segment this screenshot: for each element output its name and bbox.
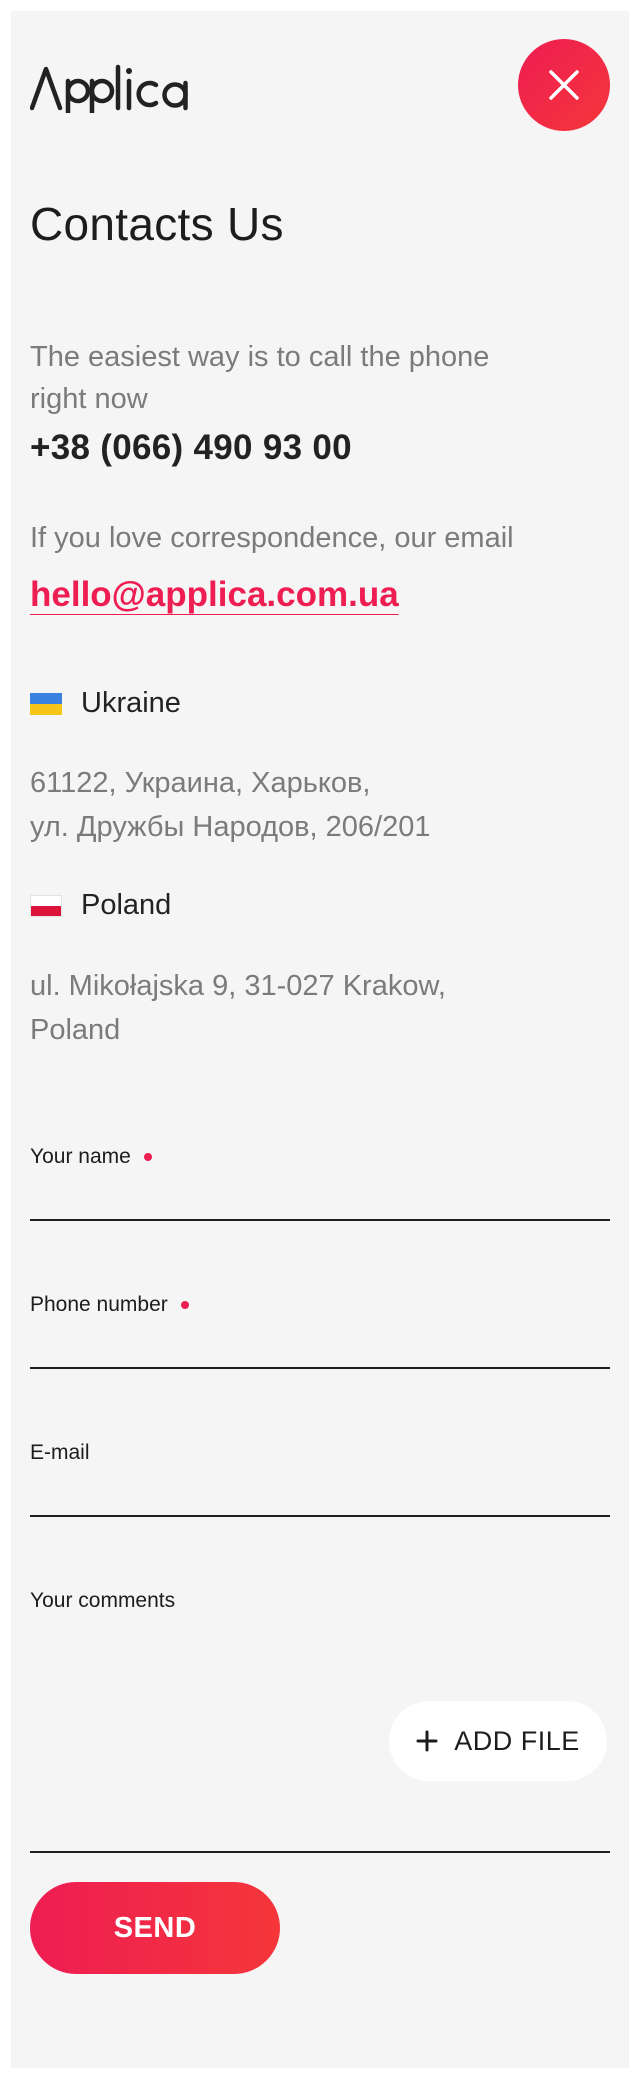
send-button[interactable]: SEND: [30, 1882, 280, 1974]
address-line: ул. Дружбы Народов, 206/201: [30, 811, 431, 843]
name-field: Your name: [30, 1145, 610, 1221]
close-icon: [549, 70, 579, 100]
email-label: E-mail: [30, 1441, 610, 1465]
call-text: The easiest way is to call the phone rig…: [30, 341, 490, 415]
poland-flag-icon: [30, 894, 62, 917]
address-line: Poland: [30, 1014, 121, 1046]
comments-label: Your comments: [30, 1589, 610, 1613]
email-label-text: E-mail: [30, 1441, 90, 1464]
email-input[interactable]: [30, 1465, 610, 1517]
phone-input[interactable]: [30, 1317, 610, 1369]
applica-logo-mark: [30, 64, 188, 113]
country-name: Ukraine: [81, 687, 181, 719]
add-file-button[interactable]: ADD FILE: [389, 1701, 607, 1781]
contacts-panel: Contacts Us The easiest way is to call t…: [11, 11, 629, 2068]
phone-label-text: Phone number: [30, 1293, 168, 1316]
email-field: E-mail: [30, 1441, 610, 1517]
email-text: If you love correspondence, our email: [30, 522, 514, 554]
address-line: ul. Mikołajska 9, 31-027 Krakow,: [30, 970, 446, 1002]
name-label-text: Your name: [30, 1145, 131, 1168]
required-indicator: [143, 1153, 152, 1161]
close-button[interactable]: [518, 39, 610, 131]
phone-link[interactable]: +38 (066) 490 93 00: [30, 428, 352, 468]
office-ukraine: Ukraine: [30, 687, 181, 720]
header: [30, 39, 610, 131]
name-label: Your name: [30, 1145, 610, 1169]
country-name: Poland: [81, 889, 172, 921]
name-input[interactable]: [30, 1169, 610, 1221]
address-line: 61122, Украина, Харьков,: [30, 767, 371, 799]
office-address: ul. Mikołajska 9, 31-027 Krakow, Poland: [30, 964, 550, 1052]
add-file-label: ADD FILE: [454, 1725, 580, 1756]
comments-label-text: Your comments: [30, 1589, 176, 1612]
page-title: Contacts Us: [30, 198, 284, 250]
plus-icon: [416, 1730, 438, 1752]
ukraine-flag-icon: [30, 692, 62, 715]
office-address: 61122, Украина, Харьков, ул. Дружбы Наро…: [30, 761, 550, 849]
phone-field: Phone number: [30, 1293, 610, 1369]
phone-label: Phone number: [30, 1293, 610, 1317]
applica-logo[interactable]: [30, 63, 190, 113]
office-poland: Poland: [30, 889, 171, 922]
required-indicator: [180, 1301, 189, 1309]
email-link[interactable]: hello@applica.com.ua: [30, 575, 399, 615]
